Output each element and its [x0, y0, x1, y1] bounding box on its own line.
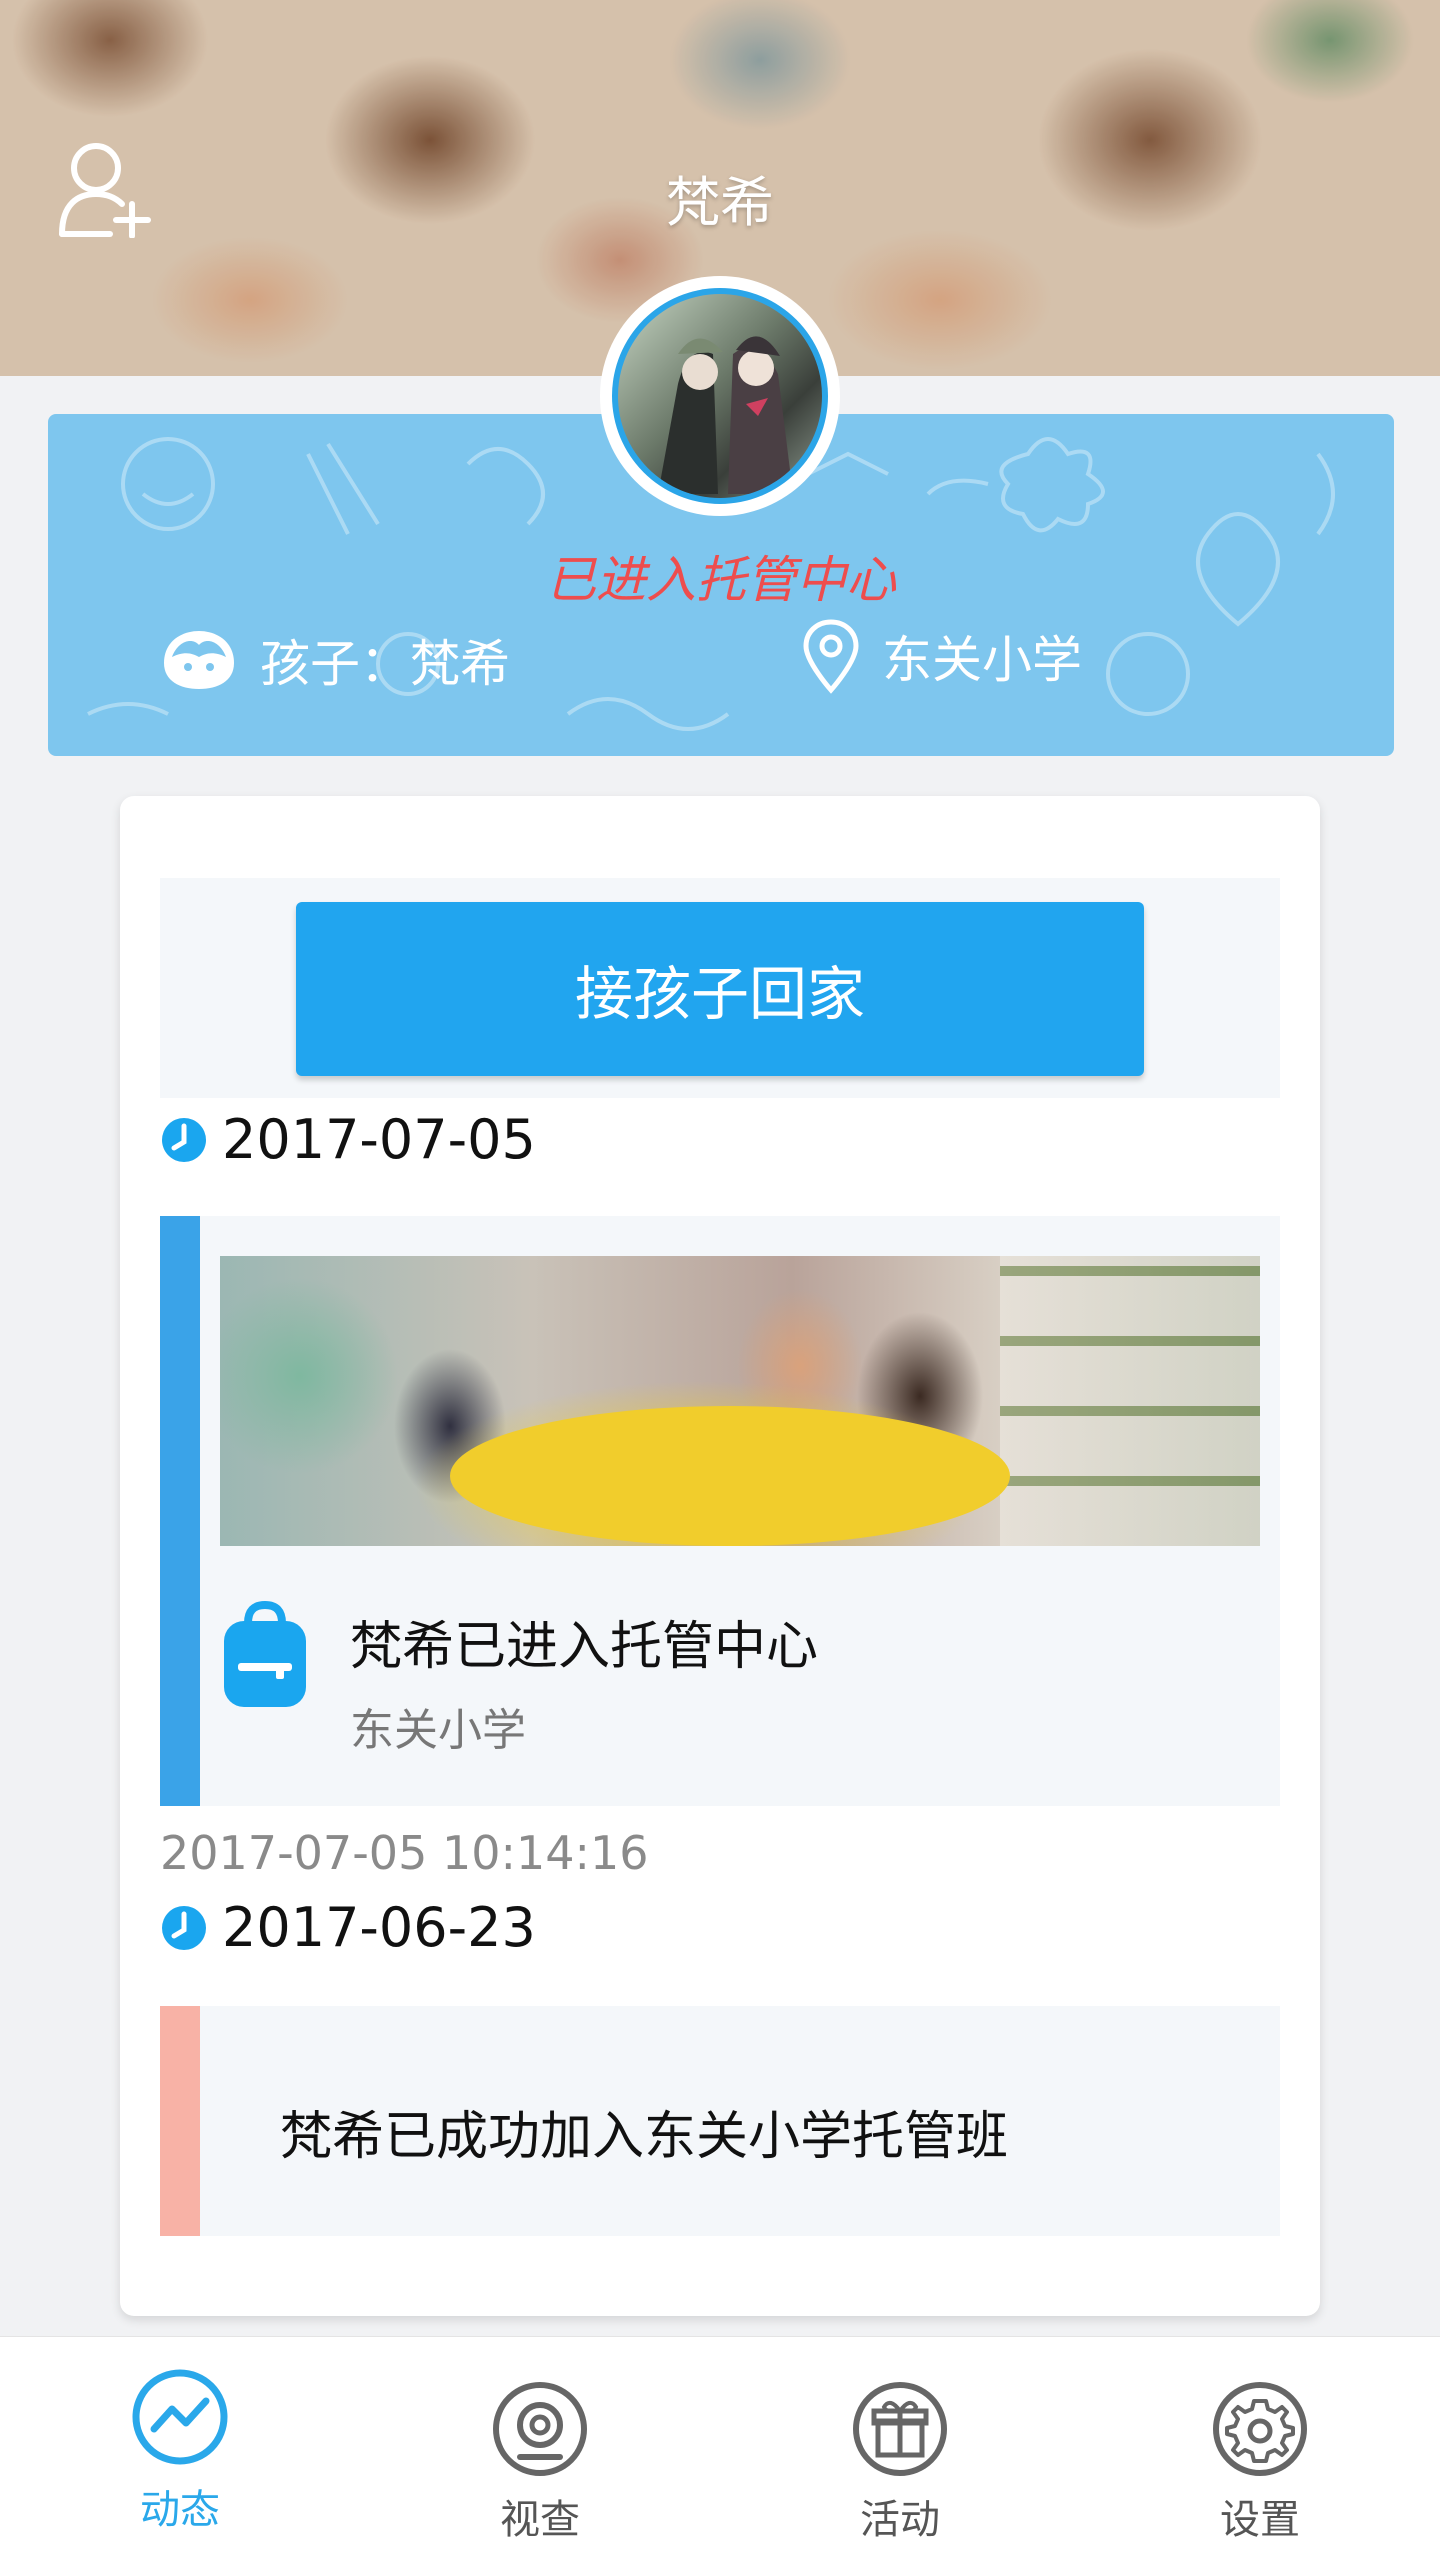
date-label: 2017-06-23	[222, 1896, 536, 1959]
date-header: 2017-07-05	[160, 1108, 536, 1171]
event-timestamp: 2017-07-05 10:14:16	[160, 1826, 649, 1880]
gift-icon	[853, 2382, 947, 2476]
nav-tab-activities[interactable]: 活动	[720, 2337, 1080, 2560]
nav-label: 设置	[1220, 2497, 1300, 2543]
app-screen: 梵希 已进入托管中心 孩子：梵希 东关小学 接孩子回家 2017-07-05 梵…	[0, 0, 1440, 2560]
event-title: 梵希已进入托管中心	[350, 1617, 819, 1677]
nav-tab-inspect[interactable]: 视查	[360, 2337, 720, 2560]
pick-up-child-button[interactable]: 接孩子回家	[296, 902, 1144, 1076]
child-label: 孩子：梵希	[260, 635, 510, 693]
gear-icon	[1213, 2382, 1307, 2476]
backpack-icon	[224, 1601, 306, 1707]
nav-label: 活动	[860, 2497, 940, 2543]
bottom-navigation: 动态 视查 活动 设置	[0, 2336, 1440, 2560]
school-label: 东关小学	[882, 631, 1082, 689]
event-accent-bar	[160, 2006, 200, 2236]
timeline-event[interactable]: 梵希已成功加入东关小学托管班	[160, 2006, 1280, 2236]
timeline-card: 接孩子回家 2017-07-05 梵希已进入托管中心 东关小学 2017-07-…	[120, 796, 1320, 2316]
date-header: 2017-06-23	[160, 1896, 536, 1959]
clock-icon	[162, 1905, 206, 1950]
event-subtitle: 东关小学	[350, 1705, 526, 1756]
avatar-image	[618, 294, 822, 498]
event-accent-bar	[160, 1216, 200, 1806]
page-title: 梵希	[666, 171, 774, 234]
location-pin-icon	[803, 619, 859, 694]
clock-icon	[162, 1117, 206, 1162]
nav-label: 视查	[500, 2497, 580, 2543]
status-text: 已进入托管中心	[546, 551, 896, 609]
trend-icon	[132, 2369, 228, 2465]
nav-tab-settings[interactable]: 设置	[1080, 2337, 1440, 2560]
child-face-icon	[164, 631, 234, 689]
event-photo[interactable]	[220, 1256, 1260, 1546]
nav-label: 动态	[140, 2487, 220, 2533]
timeline-event[interactable]: 梵希已进入托管中心 东关小学	[160, 1216, 1280, 1806]
school-info: 东关小学	[800, 618, 1082, 694]
event-title: 梵希已成功加入东关小学托管班	[280, 2107, 1009, 2167]
date-label: 2017-07-05	[222, 1108, 536, 1171]
pickup-area: 接孩子回家	[160, 878, 1280, 1098]
camera-icon	[493, 2382, 587, 2476]
child-info: 孩子：梵希	[158, 624, 510, 696]
avatar[interactable]	[612, 288, 828, 504]
nav-tab-dynamics[interactable]: 动态	[0, 2337, 360, 2560]
